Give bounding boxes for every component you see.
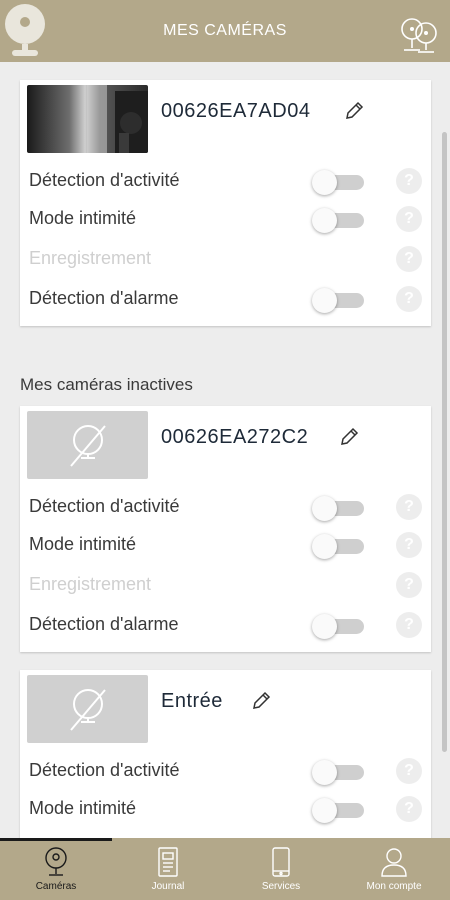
privacy-mode-toggle[interactable] (312, 208, 366, 233)
camera-card-header: 00626EA272C2 (20, 406, 431, 488)
edit-pencil-icon[interactable] (250, 690, 272, 712)
camera-preview-placeholder[interactable] (27, 675, 148, 743)
help-icon[interactable]: ? (396, 286, 422, 312)
camera-card: Entrée Détection d'activité ? Mode intim… (20, 670, 431, 838)
setting-label: Détection d'alarme (29, 288, 179, 308)
tab-label: Journal (151, 881, 185, 892)
setting-row-alarm: Détection d'alarme ? (20, 280, 431, 318)
edit-pencil-icon[interactable] (343, 100, 365, 122)
camera-preview[interactable] (27, 85, 148, 153)
camera-offline-icon (69, 689, 106, 731)
bottom-tab-bar: Caméras Journal Services Mon compte (0, 838, 450, 900)
journal-icon (158, 847, 178, 877)
activity-detection-toggle[interactable] (312, 496, 366, 521)
help-icon[interactable]: ? (396, 612, 422, 638)
camera-icon (45, 847, 67, 876)
setting-row-recording: Enregistrement ? (20, 566, 431, 604)
setting-label: Enregistrement (29, 248, 152, 268)
setting-label: Enregistrement (29, 574, 152, 594)
camera-card: 00626EA272C2 Détection d'activité ? Mode… (20, 406, 431, 652)
tab-account[interactable]: Mon compte (338, 838, 450, 900)
camera-card-header: Entrée (20, 670, 431, 752)
setting-label: Détection d'activité (29, 760, 180, 780)
help-icon[interactable]: ? (396, 532, 422, 558)
setting-row-privacy: Mode intimité ? (20, 200, 431, 238)
tab-label: Mon compte (366, 881, 422, 892)
multi-camera-icon[interactable] (398, 16, 440, 54)
camera-logo-icon (5, 4, 45, 56)
help-icon[interactable]: ? (396, 168, 422, 194)
app-header: MES CAMÉRAS (0, 0, 450, 62)
camera-card: 00626EA7AD04 Détection d'activité ? Mode… (20, 80, 431, 326)
setting-row-activity: Détection d'activité ? (20, 162, 431, 200)
camera-preview-placeholder[interactable] (27, 411, 148, 479)
help-icon[interactable]: ? (396, 206, 422, 232)
page-title: MES CAMÉRAS (163, 22, 287, 39)
setting-label: Mode intimité (29, 208, 137, 228)
help-icon[interactable]: ? (396, 796, 422, 822)
setting-row-privacy: Mode intimité ? (20, 526, 431, 564)
scrollbar[interactable] (442, 132, 447, 752)
help-icon[interactable]: ? (396, 246, 422, 272)
tab-label: Services (261, 881, 301, 892)
camera-offline-icon (69, 425, 106, 467)
privacy-mode-toggle[interactable] (312, 534, 366, 559)
camera-card-header: 00626EA7AD04 (20, 80, 431, 162)
camera-name: Entrée (161, 690, 223, 712)
setting-row-privacy: Mode intimité ? (20, 790, 431, 828)
setting-row-activity: Détection d'activité ? (20, 488, 431, 526)
section-title-inactive: Mes caméras inactives (20, 375, 193, 394)
edit-pencil-icon[interactable] (338, 426, 360, 448)
camera-name: 00626EA7AD04 (161, 100, 311, 122)
privacy-mode-toggle[interactable] (312, 798, 366, 823)
tab-services[interactable]: Services (225, 838, 337, 900)
tab-label: Caméras (35, 881, 77, 892)
help-icon[interactable]: ? (396, 572, 422, 598)
tab-journal[interactable]: Journal (112, 838, 224, 900)
setting-label: Mode intimité (29, 534, 137, 554)
user-icon (381, 848, 407, 877)
activity-detection-toggle[interactable] (312, 170, 366, 195)
setting-row-alarm: Détection d'alarme ? (20, 606, 431, 644)
camera-list[interactable]: 00626EA7AD04 Détection d'activité ? Mode… (0, 62, 450, 838)
setting-row-recording: Enregistrement ? (20, 240, 431, 278)
setting-label: Détection d'activité (29, 496, 180, 516)
help-icon[interactable]: ? (396, 494, 422, 520)
camera-snapshot-image (87, 85, 148, 153)
setting-label: Détection d'alarme (29, 614, 179, 634)
setting-label: Détection d'activité (29, 170, 180, 190)
setting-row-activity: Détection d'activité ? (20, 752, 431, 790)
alarm-detection-toggle[interactable] (312, 288, 366, 313)
activity-detection-toggle[interactable] (312, 760, 366, 785)
camera-name: 00626EA272C2 (161, 426, 309, 448)
phone-icon (272, 847, 290, 877)
alarm-detection-toggle[interactable] (312, 614, 366, 639)
setting-label: Mode intimité (29, 798, 137, 818)
help-icon[interactable]: ? (396, 758, 422, 784)
tab-cameras[interactable]: Caméras (0, 838, 112, 900)
